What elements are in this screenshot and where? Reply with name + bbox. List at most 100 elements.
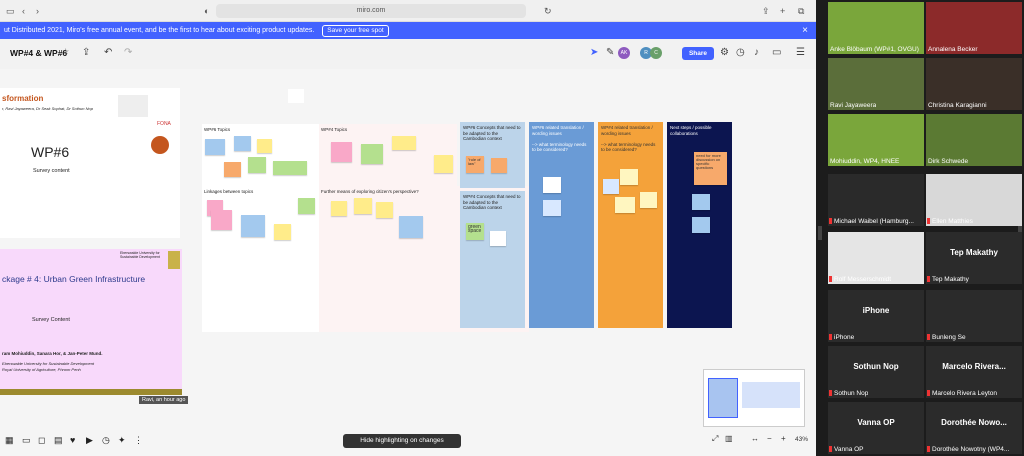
linkages-frame[interactable]: Linkages between topics [202, 186, 319, 332]
participant-tile[interactable]: Ravi Jayaweera [828, 58, 924, 110]
participant-tile[interactable]: Ellen Matthies [926, 174, 1022, 226]
lightbulb-icon[interactable]: ✦ [118, 435, 126, 446]
timer-icon[interactable]: ◷ [102, 435, 110, 446]
hide-highlighting-button[interactable]: Hide highlighting on changes [343, 434, 461, 448]
cursor-icon[interactable]: ➤ [590, 47, 598, 58]
star-icon[interactable]: ☆ [62, 47, 69, 56]
sticky-note[interactable] [491, 158, 507, 173]
avatar[interactable]: C [650, 47, 662, 59]
sticky-note[interactable] [392, 136, 416, 150]
sticky-note[interactable] [224, 162, 241, 177]
map-icon[interactable]: ▥ [725, 434, 733, 443]
participant-tile[interactable]: Dirk Schwede [926, 114, 1022, 166]
sticky-note[interactable] [241, 215, 265, 237]
participant-tile[interactable]: Bunleng Se [926, 290, 1022, 342]
participant-tile[interactable]: Rolf Messerschmidt [828, 232, 924, 284]
share-page-icon[interactable]: ⇪ [762, 5, 770, 17]
undo-icon[interactable]: ↶ [104, 47, 112, 58]
participant-tile[interactable]: Michael Waibel (Hamburg... [828, 174, 924, 226]
sticky-note[interactable] [205, 139, 225, 155]
empty-note[interactable] [288, 89, 304, 103]
sidebar-icon[interactable]: ▭ [6, 5, 15, 17]
menu-icon[interactable]: ☰ [796, 47, 805, 58]
forward-icon[interactable]: › [36, 5, 39, 17]
sticky-note[interactable] [234, 136, 251, 151]
sticky-note[interactable] [257, 139, 272, 153]
fit-width-icon[interactable]: ↔ [751, 434, 759, 443]
sticky-rule-of-law[interactable]: "rule of law" [466, 156, 484, 173]
wp4-translation-column[interactable]: WP#4 related translation / wording issue… [598, 122, 663, 328]
sticky-note[interactable] [399, 216, 423, 238]
pen-icon[interactable]: ✎ [606, 47, 614, 58]
chat-icon[interactable]: ◻ [38, 435, 45, 446]
shield-icon[interactable]: ◐ [204, 5, 209, 17]
save-spot-button[interactable]: Save your free spot [322, 25, 389, 37]
sticky-note[interactable] [298, 198, 315, 214]
next-steps-column[interactable]: Next steps / possible collaborations nee… [667, 122, 732, 328]
sticky-note[interactable] [361, 144, 383, 164]
tabs-icon[interactable]: ⧉ [798, 5, 804, 17]
settings-sliders-icon[interactable]: ⚙ [720, 47, 729, 58]
avatar[interactable]: AK [618, 47, 630, 59]
zoom-level[interactable]: 43% [795, 436, 808, 443]
zoom-in-icon[interactable]: + [781, 434, 786, 443]
reload-icon[interactable]: ↻ [544, 5, 552, 17]
sticky-note[interactable] [274, 224, 291, 240]
sticky-note[interactable] [376, 202, 393, 218]
new-tab-icon[interactable]: + [780, 5, 785, 17]
sticky-note[interactable] [543, 177, 561, 193]
comments-icon[interactable]: ▭ [22, 435, 31, 446]
redo-icon[interactable]: ↷ [124, 47, 132, 58]
sticky-green-space[interactable]: green space [466, 223, 484, 240]
sticky-note[interactable] [211, 210, 232, 230]
present-icon[interactable]: ▤ [54, 435, 63, 446]
sticky-note[interactable] [543, 200, 561, 216]
more-icon[interactable]: ⋮ [134, 435, 143, 446]
minimap[interactable] [703, 369, 805, 427]
close-banner-icon[interactable]: × [802, 22, 808, 39]
sticky-note[interactable] [354, 198, 372, 214]
wp6-concepts-column[interactable]: WP#6 Concepts that need to be adapted to… [460, 122, 525, 188]
share-button[interactable]: Share [682, 47, 714, 60]
participant-tile[interactable]: Christina Karagianni [926, 58, 1022, 110]
zoom-out-icon[interactable]: − [767, 434, 772, 443]
sticky-note[interactable] [331, 201, 347, 216]
sticky-note[interactable] [615, 197, 635, 213]
sticky-note[interactable] [331, 142, 352, 162]
participant-tile[interactable]: Dorothée Nowo... Dorothée Nowotny (WP4... [926, 402, 1022, 454]
wp6-topics-frame[interactable]: WP#6 Topics [202, 124, 319, 186]
bell-icon[interactable]: ♪ [754, 47, 759, 58]
participant-tile[interactable]: Marcelo Rivera... Marcelo Rivera Leyton [926, 346, 1022, 398]
board-canvas[interactable]: sformation r, Ravi Jayaweera, Dr Seak So… [0, 69, 816, 456]
video-icon[interactable]: ▶ [86, 435, 93, 446]
timer-icon[interactable]: ◷ [736, 47, 745, 58]
sticky-note[interactable] [640, 192, 657, 208]
participant-tile[interactable]: Anke Blöbaum (WP#1, OVGU) [828, 2, 924, 54]
sticky-note[interactable] [434, 155, 453, 173]
participant-tile[interactable]: iPhone iPhone [828, 290, 924, 342]
back-icon[interactable]: ‹ [22, 5, 25, 17]
fit-icon[interactable]: ⤢ [712, 434, 718, 444]
reaction-icon[interactable]: ♥ [70, 435, 75, 445]
comment-icon[interactable]: ▭ [772, 47, 781, 58]
sticky-more-discussion[interactable]: need for more discussion on specific que… [694, 152, 727, 185]
sticky-note[interactable] [248, 157, 266, 173]
participant-tile[interactable]: Mohiuddin, WP4, HNEE [828, 114, 924, 166]
wp4-topics-frame[interactable]: WP#4 Topics [319, 124, 457, 186]
minimap-viewport[interactable] [708, 378, 738, 418]
collapse-left-handle[interactable] [818, 226, 822, 240]
participant-tile[interactable]: Vanna OP Vanna OP [828, 402, 924, 454]
participant-tile[interactable]: Tep Makathy Tep Makathy [926, 232, 1022, 284]
sticky-note[interactable] [620, 169, 638, 185]
wp4-title-card[interactable]: Eberswalde University for Sustainable De… [0, 249, 182, 395]
wp6-title-card[interactable]: sformation r, Ravi Jayaweera, Dr Seak So… [0, 88, 180, 238]
export-icon[interactable]: ⇪ [82, 47, 90, 58]
sticky-note[interactable] [603, 179, 619, 194]
sticky-note[interactable] [490, 231, 506, 246]
participant-tile[interactable]: Sothun Nop Sothun Nop [828, 346, 924, 398]
wp4-concepts-column[interactable]: WP#4 Concepts that need to be adapted to… [460, 191, 525, 328]
participant-tile[interactable]: Annalena Becker [926, 2, 1022, 54]
wp6-translation-column[interactable]: WP#6 related translation / wording issue… [529, 122, 594, 328]
frames-icon[interactable]: ▦ [5, 435, 14, 446]
sticky-note[interactable] [273, 161, 307, 175]
